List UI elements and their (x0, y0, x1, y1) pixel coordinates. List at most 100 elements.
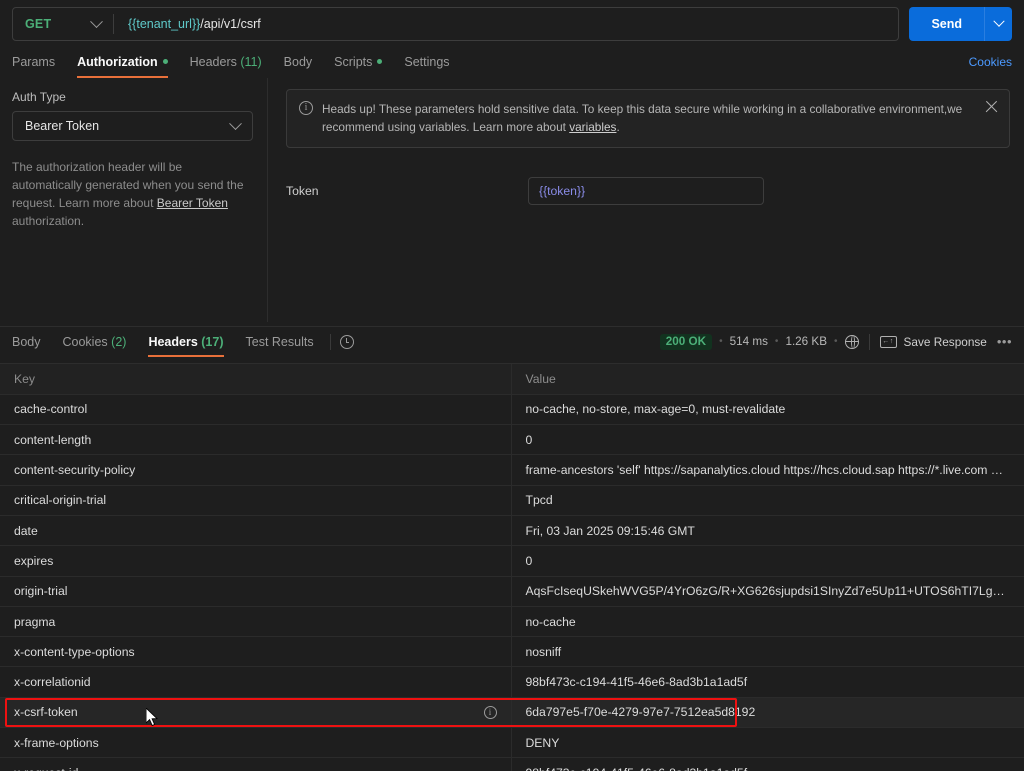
response-tab-cookies[interactable]: Cookies (2) (52, 327, 138, 357)
meta-separator: • (834, 336, 838, 347)
chevron-down-icon (229, 117, 242, 130)
table-row[interactable]: content-security-policy frame-ancestors '… (0, 455, 1024, 485)
key-cell-inner: x-correlationid (14, 675, 497, 689)
header-key-cell: expires (0, 546, 511, 576)
table-row[interactable]: x-frame-optionsDENY (0, 728, 1024, 758)
send-button[interactable]: Send (909, 7, 984, 41)
send-options-button[interactable] (984, 7, 1012, 41)
header-value-cell: AqsFcIseqUSkehWVG5P/4YrO6zG/R+XG626sjupd… (511, 576, 1024, 606)
header-key-text: x-content-type-options (14, 645, 135, 659)
table-row[interactable]: expires 0 (0, 546, 1024, 576)
header-key-text: critical-origin-trial (14, 493, 106, 507)
tab-label: Params (12, 55, 55, 69)
key-cell-inner: x-csrf-token i (14, 705, 497, 719)
info-icon[interactable]: i (484, 706, 497, 719)
more-options-icon[interactable]: ••• (997, 334, 1012, 349)
tab-body[interactable]: Body (273, 48, 324, 76)
header-key-text: x-request-id (14, 766, 78, 771)
header-key-cell: critical-origin-trial (0, 485, 511, 515)
auth-help-text: The authorization header will be automat… (12, 158, 253, 230)
table-header-row: Key Value (0, 364, 1024, 394)
bearer-token-link[interactable]: Bearer Token (157, 196, 228, 210)
key-cell-inner: x-content-type-options (14, 645, 497, 659)
header-key-cell: x-csrf-token i (0, 697, 511, 727)
header-value-cell: nosniff (511, 637, 1024, 667)
status-dot-icon (163, 59, 168, 64)
url-variable: {{tenant_url}} (128, 17, 200, 31)
divider (869, 334, 870, 350)
cookies-link[interactable]: Cookies (969, 55, 1012, 69)
header-key-cell: x-content-type-options (0, 637, 511, 667)
key-cell-inner: x-request-id (14, 766, 497, 771)
header-value-cell: 0 (511, 546, 1024, 576)
header-key-cell: x-correlationid (0, 667, 511, 697)
url-input-container[interactable]: GET {{tenant_url}}/api/v1/csrf (12, 7, 899, 41)
response-tabs: Body Cookies (2) Headers (17) Test Resul… (0, 326, 1024, 356)
header-key-cell: content-length (0, 425, 511, 455)
header-key-text: x-csrf-token (14, 705, 78, 719)
table-row[interactable]: dateFri, 03 Jan 2025 09:15:46 GMT (0, 515, 1024, 545)
url-input[interactable]: {{tenant_url}}/api/v1/csrf (114, 17, 898, 31)
meta-separator: • (775, 336, 779, 347)
column-header-key: Key (0, 364, 511, 394)
auth-type-select[interactable]: Bearer Token (12, 111, 253, 141)
table-row[interactable]: critical-origin-trialTpcd (0, 485, 1024, 515)
response-tab-headers[interactable]: Headers (17) (137, 327, 234, 357)
key-cell-inner: content-security-policy (14, 463, 497, 477)
sensitive-data-banner: i Heads up! These parameters hold sensit… (286, 89, 1010, 148)
banner-text: Heads up! These parameters hold sensitiv… (322, 102, 962, 134)
table-row[interactable]: x-request-id 98bf473c-c194-41f5-46e6-8ad3… (0, 758, 1024, 771)
header-value-cell: frame-ancestors 'self' https://sapanalyt… (511, 455, 1024, 485)
response-size: 1.26 KB (785, 335, 827, 348)
table-row[interactable]: cache-controlno-cache, no-store, max-age… (0, 394, 1024, 424)
table-row[interactable]: x-correlationid 98bf473c-c194-41f5-46e6-8… (0, 667, 1024, 697)
tab-authorization[interactable]: Authorization (66, 48, 179, 76)
tab-label: Body (284, 55, 313, 69)
save-response-button[interactable]: Save Response (904, 335, 987, 349)
table-row[interactable]: x-csrf-token i 6da797e5-f70e-4279-97e7-751… (0, 697, 1024, 727)
key-cell-inner: date (14, 524, 497, 538)
tab-label: Body (12, 335, 41, 349)
key-cell-inner: critical-origin-trial (14, 493, 497, 507)
header-key-cell: origin-trial (0, 576, 511, 606)
header-value-cell: 98bf473c-c194-41f5-46e6-8ad3b1a1ad5f (511, 758, 1024, 771)
token-input[interactable]: {{token}} (528, 177, 764, 205)
authorization-pane: Auth Type Bearer Token The authorization… (0, 78, 1024, 322)
http-method-select[interactable]: GET (13, 8, 113, 40)
table-row[interactable]: origin-trial AqsFcIseqUSkehWVG5P/4YrO6zG/… (0, 576, 1024, 606)
tab-headers[interactable]: Headers (11) (179, 48, 273, 76)
tab-params[interactable]: Params (12, 48, 66, 76)
banner-suffix: . (616, 120, 619, 134)
header-key-cell: date (0, 515, 511, 545)
response-tab-body[interactable]: Body (12, 327, 52, 357)
response-tab-test-results[interactable]: Test Results (235, 327, 325, 357)
header-key-text: x-frame-options (14, 736, 99, 750)
table-row[interactable]: content-length0 (0, 425, 1024, 455)
chevron-down-icon (90, 15, 103, 28)
tab-label: Headers (148, 335, 197, 349)
header-value-cell: no-cache (511, 606, 1024, 636)
network-globe-icon[interactable] (845, 335, 859, 349)
status-dot-icon (377, 59, 382, 64)
history-clock-icon[interactable] (340, 335, 354, 349)
header-value-cell: 98bf473c-c194-41f5-46e6-8ad3b1a1ad5f (511, 667, 1024, 697)
http-method-label: GET (25, 17, 51, 31)
key-cell-inner: x-frame-options (14, 736, 497, 750)
info-icon: i (299, 101, 313, 115)
divider (330, 334, 331, 350)
close-icon[interactable] (984, 99, 999, 114)
table-row[interactable]: x-content-type-options nosniff (0, 637, 1024, 667)
save-response-icon: ←↑ (880, 336, 897, 348)
header-key-text: origin-trial (14, 584, 68, 598)
tab-settings[interactable]: Settings (393, 48, 460, 76)
table-body: cache-controlno-cache, no-store, max-age… (0, 394, 1024, 771)
table-row[interactable]: pragmano-cache (0, 606, 1024, 636)
header-key-text: expires (14, 554, 53, 568)
variables-link[interactable]: variables (569, 120, 616, 134)
tab-label: Cookies (63, 335, 108, 349)
tab-scripts[interactable]: Scripts (323, 48, 393, 76)
chevron-down-icon (993, 16, 1004, 27)
header-value-cell: 6da797e5-f70e-4279-97e7-7512ea5d8192 (511, 697, 1024, 727)
auth-help-suffix: authorization. (12, 214, 84, 228)
auth-config-panel: i Heads up! These parameters hold sensit… (268, 78, 1024, 322)
